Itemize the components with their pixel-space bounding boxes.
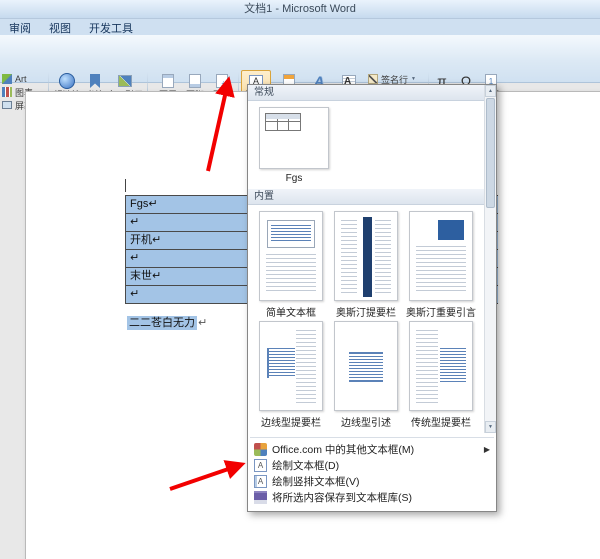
text-box-gallery-dropdown: 常规 Fgs 内置 简单文本框 奥斯汀提要栏 奥斯汀重要引言 xyxy=(247,84,497,512)
menu-item-draw-vertical-textbox[interactable]: 绘制竖排文本框(V) xyxy=(249,473,495,489)
menu-item-label: 将所选内容保存到文本框库(S) xyxy=(272,490,412,505)
hyperlink-icon xyxy=(59,73,75,89)
mini-table-icon xyxy=(265,113,301,131)
gallery-item-austin-quote[interactable] xyxy=(409,211,473,301)
gallery-scrollbar[interactable]: ▲ ▼ xyxy=(484,85,496,433)
gallery-item-simple-textbox[interactable] xyxy=(259,211,323,301)
bookmark-icon xyxy=(90,74,100,88)
menu-item-save-selection-to-gallery[interactable]: 将所选内容保存到文本框库(S) xyxy=(249,489,495,505)
window-title: 文档1 - Microsoft Word xyxy=(244,3,356,15)
gallery-item-label: 传统型提要栏 xyxy=(404,414,478,429)
smartart-icon xyxy=(2,74,12,84)
gallery-item-label: Fgs xyxy=(259,173,329,184)
menu-item-label: Office.com 中的其他文本框(M) xyxy=(272,442,414,457)
paragraph-mark: ↵ xyxy=(198,317,207,329)
menu-divider xyxy=(250,437,494,438)
thumb-block xyxy=(438,220,464,240)
smartart-label: Art xyxy=(15,74,27,84)
office-com-icon xyxy=(254,443,267,456)
title-bar: 文档1 - Microsoft Word xyxy=(0,0,600,19)
gallery-item-traditional-sidebar[interactable] xyxy=(409,321,473,411)
gallery-item-austin-sidebar[interactable] xyxy=(334,211,398,301)
menu-item-draw-textbox[interactable]: 绘制文本框(D) xyxy=(249,457,495,473)
footer-icon xyxy=(189,74,201,88)
table-cell-text: 开机↵ xyxy=(130,234,161,246)
gallery-section-builtin: 内置 xyxy=(248,189,484,205)
chart-icon xyxy=(2,87,12,97)
screenshot-icon xyxy=(2,101,12,109)
gallery-item-label: 奥斯汀重要引言 xyxy=(404,304,478,319)
selected-text: 二二苍白无力 xyxy=(127,316,197,330)
draw-vertical-textbox-icon xyxy=(254,475,267,488)
save-icon xyxy=(254,491,267,504)
caret-down-icon: ▼ xyxy=(411,76,416,83)
header-icon xyxy=(162,74,174,88)
smartart-button[interactable]: Art xyxy=(2,73,27,85)
menu-item-label: 绘制文本框(D) xyxy=(272,458,339,473)
menu-item-more-textboxes[interactable]: Office.com 中的其他文本框(M) ▶ xyxy=(249,441,495,457)
submenu-arrow-icon: ▶ xyxy=(484,445,490,454)
scroll-down-icon[interactable]: ▼ xyxy=(485,421,496,433)
table-cell-text: 末世↵ xyxy=(130,270,161,282)
word-window: 文档1 - Microsoft Word 审阅视图开发工具 Art 图表 屏幕截… xyxy=(0,0,600,559)
cross-reference-icon xyxy=(118,75,132,87)
gallery-section-general: 常规 xyxy=(248,85,484,101)
thumb-bar xyxy=(363,217,372,297)
gallery-item-label: 奥斯汀提要栏 xyxy=(329,304,403,319)
table-cell-text: ↵ xyxy=(130,288,139,300)
gallery-item-label: 边线型提要栏 xyxy=(254,414,328,429)
gallery-item-label: 边线型引述 xyxy=(329,414,403,429)
gallery-item-edge-quote[interactable] xyxy=(334,321,398,411)
gallery-item-edge-sidebar[interactable] xyxy=(259,321,323,411)
ribbon: Art 图表 屏幕截图 ▼ 超链接 书签 交叉引用 链接 页 xyxy=(0,35,600,83)
signature-line-icon xyxy=(368,74,378,84)
table-cell-text: Fgs↵ xyxy=(130,198,158,210)
ribbon-tab-row: 审阅视图开发工具 xyxy=(0,19,600,35)
menu-item-label: 绘制竖排文本框(V) xyxy=(272,474,360,489)
table-cell-text: ↵ xyxy=(130,252,139,264)
draw-textbox-icon xyxy=(254,459,267,472)
thumb-box xyxy=(267,220,315,248)
scrollbar-thumb[interactable] xyxy=(486,98,495,208)
gallery-item-fgs[interactable] xyxy=(259,107,329,169)
document-paragraph[interactable]: 二二苍白无力↵ xyxy=(127,316,207,331)
page-number-icon xyxy=(216,74,228,88)
gallery-item-label: 简单文本框 xyxy=(254,304,328,319)
text-cursor xyxy=(125,179,126,192)
table-cell-text: ↵ xyxy=(130,216,139,228)
scroll-up-icon[interactable]: ▲ xyxy=(485,85,496,97)
